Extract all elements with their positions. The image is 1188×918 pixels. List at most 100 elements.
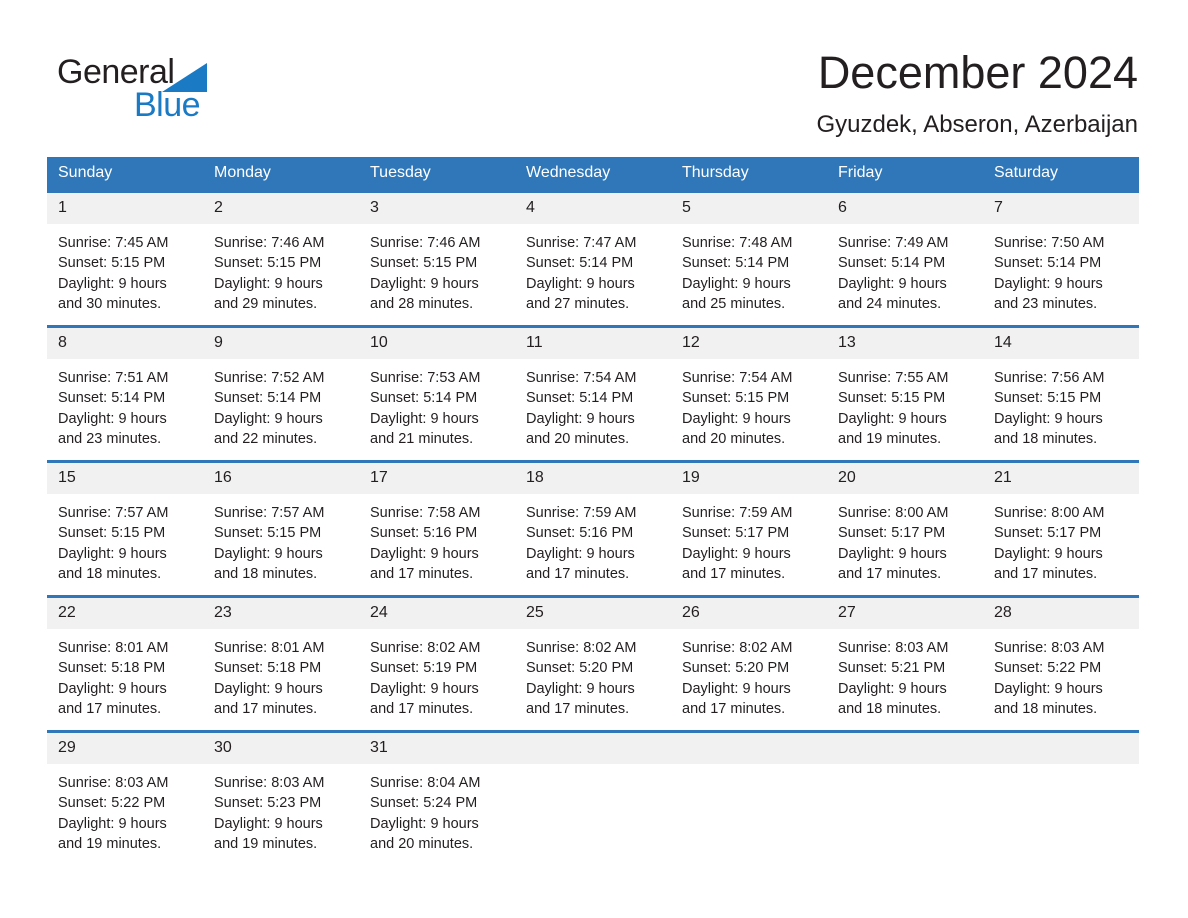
sunrise-text: Sunrise: 7:59 AM	[682, 505, 793, 521]
day-number	[671, 733, 827, 764]
sunset-text: Sunset: 5:15 PM	[214, 525, 322, 542]
calendar-day-cell[interactable]: 25 Sunrise: 8:02 AM Sunset: 5:20 PM Dayligh…	[515, 597, 671, 732]
weekday-header-friday: Friday	[827, 157, 983, 192]
day-details: Sunrise: 7:46 AM Sunset: 5:15 PM Daylight:…	[203, 224, 359, 314]
calendar-day-cell[interactable]: 24 Sunrise: 8:02 AM Sunset: 5:19 PM Dayligh…	[359, 597, 515, 732]
calendar-day-cell[interactable]: 12 Sunrise: 7:54 AM Sunset: 5:15 PM Dayligh…	[671, 327, 827, 462]
day-number: 5	[671, 193, 827, 224]
calendar-day-cell[interactable]: 13 Sunrise: 7:55 AM Sunset: 5:15 PM Dayligh…	[827, 327, 983, 462]
day-details	[983, 764, 1139, 773]
day-number: 15	[47, 463, 203, 494]
sunrise-text: Sunrise: 7:46 AM	[370, 235, 481, 251]
calendar-day-cell[interactable]: 10 Sunrise: 7:53 AM Sunset: 5:14 PM Dayligh…	[359, 327, 515, 462]
sunset-text: Sunset: 5:15 PM	[682, 390, 790, 407]
sunset-text: Sunset: 5:14 PM	[214, 390, 322, 407]
calendar-day-cell[interactable]: 15 Sunrise: 7:57 AM Sunset: 5:15 PM Dayligh…	[47, 462, 203, 597]
sunrise-text: Sunrise: 8:03 AM	[58, 775, 169, 791]
day-details: Sunrise: 8:00 AM Sunset: 5:17 PM Daylight:…	[983, 494, 1139, 584]
day-number: 30	[203, 733, 359, 764]
sunrise-text: Sunrise: 8:02 AM	[526, 640, 637, 656]
sunrise-text: Sunrise: 7:54 AM	[682, 370, 793, 386]
calendar-day-cell[interactable]: 5 Sunrise: 7:48 AM Sunset: 5:14 PM Daylight…	[671, 192, 827, 327]
day-number: 24	[359, 598, 515, 629]
sunrise-text: Sunrise: 7:50 AM	[994, 235, 1105, 251]
sunset-text: Sunset: 5:15 PM	[214, 255, 322, 272]
daylight-text: Daylight: 9 hours and 17 minutes.	[526, 545, 635, 582]
sunset-text: Sunset: 5:14 PM	[370, 390, 478, 407]
day-details: Sunrise: 7:46 AM Sunset: 5:15 PM Daylight:…	[359, 224, 515, 314]
daylight-text: Daylight: 9 hours and 25 minutes.	[682, 275, 791, 312]
sunset-text: Sunset: 5:15 PM	[58, 525, 166, 542]
daylight-text: Daylight: 9 hours and 17 minutes.	[682, 545, 791, 582]
calendar-day-cell[interactable]: 27 Sunrise: 8:03 AM Sunset: 5:21 PM Dayligh…	[827, 597, 983, 732]
calendar-page: General Blue December 2024 Gyuzdek, Abse…	[0, 0, 1188, 918]
daylight-text: Daylight: 9 hours and 17 minutes.	[370, 680, 479, 717]
calendar-day-cell[interactable]: 28 Sunrise: 8:03 AM Sunset: 5:22 PM Dayligh…	[983, 597, 1139, 732]
calendar-day-cell[interactable]: 19 Sunrise: 7:59 AM Sunset: 5:17 PM Dayligh…	[671, 462, 827, 597]
calendar-day-cell[interactable]: 3 Sunrise: 7:46 AM Sunset: 5:15 PM Daylight…	[359, 192, 515, 327]
calendar-day-cell-empty	[515, 732, 671, 867]
sunrise-text: Sunrise: 7:47 AM	[526, 235, 637, 251]
day-number: 19	[671, 463, 827, 494]
day-details	[827, 764, 983, 773]
daylight-text: Daylight: 9 hours and 27 minutes.	[526, 275, 635, 312]
sunrise-text: Sunrise: 7:54 AM	[526, 370, 637, 386]
sunrise-sunset-calendar: Sunday Monday Tuesday Wednesday Thursday…	[47, 157, 1139, 867]
calendar-day-cell[interactable]: 14 Sunrise: 7:56 AM Sunset: 5:15 PM Dayligh…	[983, 327, 1139, 462]
day-number	[515, 733, 671, 764]
calendar-day-cell[interactable]: 11 Sunrise: 7:54 AM Sunset: 5:14 PM Dayligh…	[515, 327, 671, 462]
calendar-day-cell[interactable]: 1 Sunrise: 7:45 AM Sunset: 5:15 PM Daylight…	[47, 192, 203, 327]
day-details: Sunrise: 8:03 AM Sunset: 5:22 PM Daylight:…	[983, 629, 1139, 719]
day-details: Sunrise: 8:00 AM Sunset: 5:17 PM Daylight:…	[827, 494, 983, 584]
day-details: Sunrise: 7:59 AM Sunset: 5:17 PM Daylight:…	[671, 494, 827, 584]
calendar-day-cell[interactable]: 20 Sunrise: 8:00 AM Sunset: 5:17 PM Dayligh…	[827, 462, 983, 597]
day-number: 25	[515, 598, 671, 629]
sunrise-text: Sunrise: 7:46 AM	[214, 235, 325, 251]
sunrise-text: Sunrise: 8:01 AM	[58, 640, 169, 656]
calendar-day-cell[interactable]: 4 Sunrise: 7:47 AM Sunset: 5:14 PM Daylight…	[515, 192, 671, 327]
day-details	[515, 764, 671, 773]
day-number: 11	[515, 328, 671, 359]
day-number: 12	[671, 328, 827, 359]
sunrise-text: Sunrise: 8:00 AM	[838, 505, 949, 521]
calendar-day-cell[interactable]: 30 Sunrise: 8:03 AM Sunset: 5:23 PM Dayligh…	[203, 732, 359, 867]
day-details: Sunrise: 7:56 AM Sunset: 5:15 PM Daylight:…	[983, 359, 1139, 449]
calendar-day-cell[interactable]: 26 Sunrise: 8:02 AM Sunset: 5:20 PM Dayligh…	[671, 597, 827, 732]
sunrise-text: Sunrise: 8:01 AM	[214, 640, 325, 656]
calendar-day-cell[interactable]: 8 Sunrise: 7:51 AM Sunset: 5:14 PM Daylight…	[47, 327, 203, 462]
day-details: Sunrise: 7:54 AM Sunset: 5:15 PM Daylight:…	[671, 359, 827, 449]
day-number: 23	[203, 598, 359, 629]
calendar-day-cell[interactable]: 29 Sunrise: 8:03 AM Sunset: 5:22 PM Dayligh…	[47, 732, 203, 867]
calendar-day-cell[interactable]: 18 Sunrise: 7:59 AM Sunset: 5:16 PM Dayligh…	[515, 462, 671, 597]
sunset-text: Sunset: 5:15 PM	[58, 255, 166, 272]
calendar-day-cell[interactable]: 6 Sunrise: 7:49 AM Sunset: 5:14 PM Daylight…	[827, 192, 983, 327]
day-details: Sunrise: 7:58 AM Sunset: 5:16 PM Daylight:…	[359, 494, 515, 584]
calendar-day-cell[interactable]: 7 Sunrise: 7:50 AM Sunset: 5:14 PM Daylight…	[983, 192, 1139, 327]
sunset-text: Sunset: 5:19 PM	[370, 660, 478, 677]
day-details: Sunrise: 7:55 AM Sunset: 5:15 PM Daylight:…	[827, 359, 983, 449]
sunrise-text: Sunrise: 8:04 AM	[370, 775, 481, 791]
brand-logo[interactable]: General Blue	[57, 52, 307, 128]
daylight-text: Daylight: 9 hours and 19 minutes.	[838, 410, 947, 447]
calendar-day-cell[interactable]: 2 Sunrise: 7:46 AM Sunset: 5:15 PM Daylight…	[203, 192, 359, 327]
day-details: Sunrise: 7:59 AM Sunset: 5:16 PM Daylight:…	[515, 494, 671, 584]
calendar-day-cell[interactable]: 16 Sunrise: 7:57 AM Sunset: 5:15 PM Dayligh…	[203, 462, 359, 597]
sunrise-text: Sunrise: 8:02 AM	[682, 640, 793, 656]
calendar-day-cell[interactable]: 22 Sunrise: 8:01 AM Sunset: 5:18 PM Dayligh…	[47, 597, 203, 732]
sunrise-text: Sunrise: 7:45 AM	[58, 235, 169, 251]
sunset-text: Sunset: 5:17 PM	[838, 525, 946, 542]
calendar-day-cell[interactable]: 9 Sunrise: 7:52 AM Sunset: 5:14 PM Daylight…	[203, 327, 359, 462]
day-number: 26	[671, 598, 827, 629]
calendar-day-cell-empty	[827, 732, 983, 867]
daylight-text: Daylight: 9 hours and 20 minutes.	[682, 410, 791, 447]
calendar-day-cell[interactable]: 23 Sunrise: 8:01 AM Sunset: 5:18 PM Dayligh…	[203, 597, 359, 732]
calendar-day-cell[interactable]: 21 Sunrise: 8:00 AM Sunset: 5:17 PM Dayligh…	[983, 462, 1139, 597]
day-number: 17	[359, 463, 515, 494]
sunset-text: Sunset: 5:20 PM	[526, 660, 634, 677]
daylight-text: Daylight: 9 hours and 17 minutes.	[682, 680, 791, 717]
sunrise-text: Sunrise: 7:52 AM	[214, 370, 325, 386]
day-details: Sunrise: 7:47 AM Sunset: 5:14 PM Daylight:…	[515, 224, 671, 314]
daylight-text: Daylight: 9 hours and 18 minutes.	[994, 410, 1103, 447]
calendar-day-cell[interactable]: 31 Sunrise: 8:04 AM Sunset: 5:24 PM Dayligh…	[359, 732, 515, 867]
calendar-day-cell[interactable]: 17 Sunrise: 7:58 AM Sunset: 5:16 PM Dayligh…	[359, 462, 515, 597]
